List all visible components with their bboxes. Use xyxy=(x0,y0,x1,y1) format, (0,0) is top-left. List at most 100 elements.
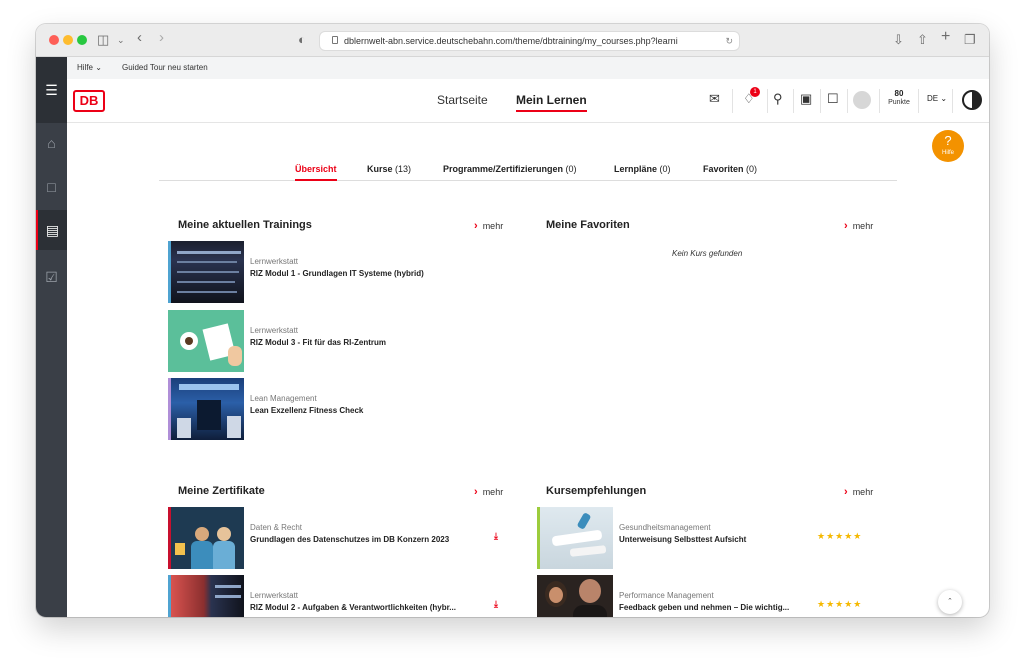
download-certificate-icon[interactable]: ⤓ xyxy=(494,531,498,542)
browser-titlebar: ◫ ⌄ ‹ › ◐ dblernwelt-abn.service.deutsch… xyxy=(36,24,989,57)
course-category: Lean Management xyxy=(250,394,317,403)
separator xyxy=(918,89,919,113)
calendar-icon[interactable]: ▣ xyxy=(800,91,812,107)
browser-window: ◫ ⌄ ‹ › ◐ dblernwelt-abn.service.deutsch… xyxy=(36,24,989,617)
rating-stars: ★★★★★ xyxy=(817,531,863,541)
recommendation-card[interactable]: Performance Management Feedback geben un… xyxy=(537,575,877,617)
url-text: dblernwelt-abn.service.deutschebahn.com/… xyxy=(344,36,678,46)
book-icon[interactable]: □ xyxy=(36,167,67,207)
chevron-right-icon: › xyxy=(844,486,848,498)
rating-stars: ★★★★★ xyxy=(817,599,863,609)
contrast-toggle-icon[interactable] xyxy=(962,90,982,110)
sidebar-toggle-icon[interactable]: ◫ xyxy=(97,31,109,49)
language-select[interactable]: DE ⌄ xyxy=(927,94,947,103)
left-rail: ☰ ⌂ □ ▤ ☑ xyxy=(36,57,67,617)
download-icon[interactable]: ⇩ xyxy=(893,31,904,49)
new-tab-icon[interactable]: + xyxy=(941,28,950,46)
points-value: 80 xyxy=(894,89,904,98)
course-category: Performance Management xyxy=(619,591,714,600)
help-dropdown[interactable]: Hilfe ⌄ xyxy=(77,57,102,79)
download-certificate-icon[interactable]: ⤓ xyxy=(494,599,498,610)
training-card[interactable]: Lernwerkstatt RIZ Modul 3 - Fit für das … xyxy=(168,310,508,372)
zoom-window-button[interactable] xyxy=(77,35,87,45)
mail-icon[interactable]: ✉ xyxy=(709,91,720,107)
checklist-icon[interactable]: ☑ xyxy=(36,257,67,297)
separator xyxy=(820,89,821,113)
course-title[interactable]: Feedback geben und nehmen – Die wichtig.… xyxy=(619,603,789,612)
training-card[interactable]: Lernwerkstatt RIZ Modul 1 - Grundlagen I… xyxy=(168,241,508,303)
tab-programme[interactable]: Programme/Zertifizierungen (0) xyxy=(443,164,577,174)
menu-icon[interactable]: ☰ xyxy=(36,57,67,123)
recommendation-card[interactable]: Gesundheitsmanagement Unterweisung Selbs… xyxy=(537,507,877,569)
course-tabs: Übersicht Kurse (13) Programme/Zertifizi… xyxy=(159,159,897,181)
tab-overview-icon[interactable]: ❐ xyxy=(964,31,976,49)
nav-mein-lernen[interactable]: Mein Lernen xyxy=(516,93,587,112)
certificates-title: Meine Zertifikate xyxy=(178,485,265,497)
certificate-card[interactable]: Lernwerkstatt RIZ Modul 2 - Aufgaben & V… xyxy=(168,575,508,617)
course-category: Lernwerkstatt xyxy=(250,257,299,266)
url-bar[interactable]: dblernwelt-abn.service.deutschebahn.com/… xyxy=(319,31,740,51)
tab-uebersicht[interactable]: Übersicht xyxy=(295,164,337,181)
chevron-down-icon[interactable]: ⌄ xyxy=(117,31,125,49)
course-category: Gesundheitsmanagement xyxy=(619,523,711,532)
close-window-button[interactable] xyxy=(49,35,59,45)
separator xyxy=(767,89,768,113)
course-title[interactable]: RIZ Modul 1 - Grundlagen IT Systeme (hyb… xyxy=(250,269,424,278)
chevron-right-icon: › xyxy=(474,486,478,498)
forward-arrow-icon[interactable]: › xyxy=(159,29,164,47)
training-card[interactable]: Lean Management Lean Exzellenz Fitness C… xyxy=(168,378,508,440)
certificate-thumbnail xyxy=(168,507,244,569)
chevron-right-icon: › xyxy=(844,220,848,232)
chevron-right-icon: › xyxy=(474,220,478,232)
separator xyxy=(732,89,733,113)
help-fab[interactable]: ? Hilfe xyxy=(932,130,964,162)
question-icon: ? xyxy=(944,133,952,148)
trainings-mehr-link[interactable]: › mehr xyxy=(474,220,503,232)
scroll-to-top-button[interactable]: ˆ xyxy=(938,590,962,614)
course-category: Daten & Recht xyxy=(250,523,303,532)
separator xyxy=(879,89,880,113)
db-logo[interactable]: DB xyxy=(73,90,105,112)
favorites-title: Meine Favoriten xyxy=(546,219,630,231)
recommendation-thumbnail xyxy=(537,507,613,569)
recommendation-thumbnail xyxy=(537,575,613,617)
chevron-up-icon: ˆ xyxy=(948,597,952,607)
shield-icon[interactable]: ◐ xyxy=(298,31,306,49)
training-thumbnail xyxy=(168,378,244,440)
course-title[interactable]: Unterweisung Selbsttest Aufsicht xyxy=(619,535,746,544)
guided-tour-link[interactable]: Guided Tour neu starten xyxy=(122,57,208,79)
help-fab-label: Hilfe xyxy=(941,150,954,156)
reload-icon[interactable]: ↻ xyxy=(725,32,733,50)
notification-badge: 1 xyxy=(750,87,760,97)
points-label: Punkte xyxy=(888,99,910,106)
course-title[interactable]: RIZ Modul 2 - Aufgaben & Verantwortlichk… xyxy=(250,603,456,612)
favorites-mehr-link[interactable]: › mehr xyxy=(844,220,873,232)
trainings-title: Meine aktuellen Trainings xyxy=(178,219,312,231)
share-icon[interactable]: ⇧ xyxy=(917,31,928,49)
recommendations-mehr-link[interactable]: › mehr xyxy=(844,486,873,498)
site-header: DB Startseite Mein Lernen ✉ ♢ 1 ⚲ ▣ ☐ 80… xyxy=(67,79,989,123)
tab-favoriten[interactable]: Favoriten (0) xyxy=(703,164,757,174)
course-category: Lernwerkstatt xyxy=(250,326,299,335)
course-title[interactable]: Grundlagen des Datenschutzes im DB Konze… xyxy=(250,535,449,544)
training-thumbnail xyxy=(168,241,244,303)
course-title[interactable]: RIZ Modul 3 - Fit für das RI-Zentrum xyxy=(250,338,386,347)
training-thumbnail xyxy=(168,310,244,372)
separator xyxy=(793,89,794,113)
avatar[interactable] xyxy=(853,91,871,109)
courses-icon[interactable]: ▤ xyxy=(36,210,67,250)
tab-lernplaene[interactable]: Lernpläne (0) xyxy=(614,164,671,174)
search-icon[interactable]: ⚲ xyxy=(773,91,783,107)
tab-kurse[interactable]: Kurse (13) xyxy=(367,164,411,174)
certificates-mehr-link[interactable]: › mehr xyxy=(474,486,503,498)
bookmark-icon[interactable]: ☐ xyxy=(827,91,839,107)
back-arrow-icon[interactable]: ‹ xyxy=(137,29,142,47)
home-icon[interactable]: ⌂ xyxy=(36,123,67,163)
favorites-empty-message: Kein Kurs gefunden xyxy=(672,249,743,258)
certificate-card[interactable]: Daten & Recht Grundlagen des Datenschutz… xyxy=(168,507,508,569)
minimize-window-button[interactable] xyxy=(63,35,73,45)
nav-startseite[interactable]: Startseite xyxy=(437,93,488,107)
course-title[interactable]: Lean Exzellenz Fitness Check xyxy=(250,406,363,415)
separator xyxy=(952,89,953,113)
separator xyxy=(847,89,848,113)
